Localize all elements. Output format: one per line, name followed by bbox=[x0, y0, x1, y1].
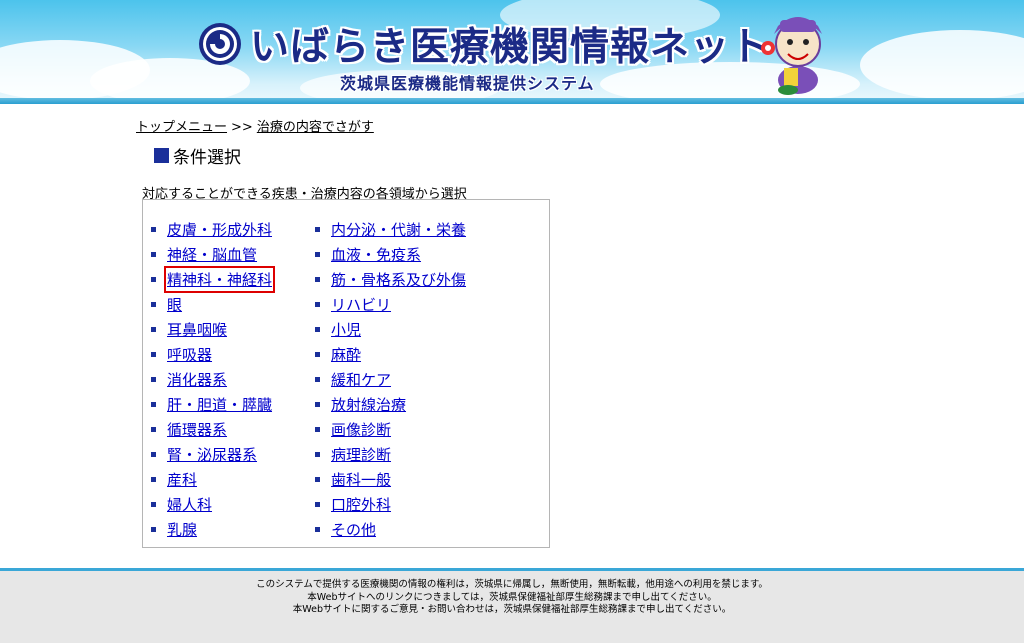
category-link[interactable]: 神経・脳血管 bbox=[167, 244, 257, 265]
square-bullet-icon bbox=[151, 452, 156, 457]
category-item: 乳腺 bbox=[151, 517, 272, 542]
swirl-logo-icon bbox=[199, 23, 241, 65]
category-link[interactable]: 呼吸器 bbox=[167, 344, 212, 365]
square-bullet-icon bbox=[315, 477, 320, 482]
square-bullet-icon bbox=[315, 252, 320, 257]
square-bullet-icon bbox=[315, 377, 320, 382]
square-bullet-icon bbox=[151, 377, 156, 382]
header-bottom-stripe bbox=[0, 98, 1024, 104]
square-bullet-icon bbox=[154, 148, 169, 163]
category-item: 筋・骨格系及び外傷 bbox=[315, 267, 466, 292]
category-item: 消化器系 bbox=[151, 367, 272, 392]
category-item: リハビリ bbox=[315, 292, 466, 317]
category-item: 精神科・神経科 bbox=[151, 266, 276, 293]
site-subtitle: 茨城県医療機能情報提供システム bbox=[340, 74, 595, 93]
site-header: いばらき医療機関情報ネット 茨城県医療機能情報提供システム bbox=[0, 0, 1024, 104]
square-bullet-icon bbox=[315, 502, 320, 507]
breadcrumb: トップメニュー >> 治療の内容でさがす bbox=[136, 116, 374, 135]
square-bullet-icon bbox=[315, 277, 320, 282]
square-bullet-icon bbox=[151, 352, 156, 357]
mascot-character-icon bbox=[761, 17, 822, 95]
category-link[interactable]: 病理診断 bbox=[331, 444, 391, 465]
square-bullet-icon bbox=[151, 302, 156, 307]
category-item: 血液・免疫系 bbox=[315, 242, 466, 267]
site-footer: このシステムで提供する医療機関の情報の権利は，茨城県に帰属し，無断使用，無断転載… bbox=[0, 568, 1024, 643]
category-link[interactable]: リハビリ bbox=[331, 294, 391, 315]
category-item: 眼 bbox=[151, 292, 272, 317]
category-item: 循環器系 bbox=[151, 417, 272, 442]
breadcrumb-current-link[interactable]: 治療の内容でさがす bbox=[257, 120, 374, 135]
section-heading-text: 条件選択 bbox=[173, 148, 241, 168]
square-bullet-icon bbox=[151, 277, 156, 282]
square-bullet-icon bbox=[315, 402, 320, 407]
category-column-left: 皮膚・形成外科 神経・脳血管 精神科・神経科眼耳鼻咽喉呼吸器消化器系肝・胆道・膵臓循… bbox=[151, 217, 276, 542]
square-bullet-icon bbox=[315, 302, 320, 307]
square-bullet-icon bbox=[315, 327, 320, 332]
category-item: 耳鼻咽喉 bbox=[151, 317, 272, 342]
category-link[interactable]: 放射線治療 bbox=[331, 394, 406, 415]
square-bullet-icon bbox=[151, 402, 156, 407]
category-link[interactable]: 口腔外科 bbox=[331, 494, 391, 515]
category-link[interactable]: 血液・免疫系 bbox=[331, 244, 421, 265]
category-link[interactable]: 消化器系 bbox=[167, 369, 227, 390]
category-item: 婦人科 bbox=[151, 492, 272, 517]
category-item: 歯科一般 bbox=[315, 467, 466, 492]
category-link[interactable]: 乳腺 bbox=[167, 519, 197, 540]
category-column-right: 内分泌・代謝・栄養 血液・免疫系筋・骨格系及び外傷 リハビリ小児麻酔緩和ケア放射線治… bbox=[315, 217, 466, 542]
category-item: 放射線治療 bbox=[315, 392, 466, 417]
square-bullet-icon bbox=[315, 452, 320, 457]
category-link[interactable]: 耳鼻咽喉 bbox=[167, 319, 227, 340]
square-bullet-icon bbox=[151, 477, 156, 482]
square-bullet-icon bbox=[151, 527, 156, 532]
footer-link-notice-line: 本Webサイトへのリンクにつきましては，茨城県保健福祉部厚生総務課まで申し出てく… bbox=[307, 591, 717, 603]
category-link[interactable]: 循環器系 bbox=[167, 419, 227, 440]
category-link[interactable]: 婦人科 bbox=[167, 494, 212, 515]
square-bullet-icon bbox=[151, 227, 156, 232]
square-bullet-icon bbox=[151, 252, 156, 257]
category-item: 肝・胆道・膵臓 bbox=[151, 392, 272, 417]
category-item: 腎・泌尿器系 bbox=[151, 442, 272, 467]
category-link[interactable]: 小児 bbox=[331, 319, 361, 340]
category-item: 皮膚・形成外科 bbox=[151, 217, 272, 242]
category-item: 緩和ケア bbox=[315, 367, 466, 392]
category-item: 小児 bbox=[315, 317, 466, 342]
breadcrumb-separator: >> bbox=[231, 120, 253, 135]
square-bullet-icon bbox=[315, 352, 320, 357]
category-link[interactable]: 緩和ケア bbox=[331, 369, 391, 390]
category-link[interactable]: 歯科一般 bbox=[331, 469, 391, 490]
category-link[interactable]: 産科 bbox=[167, 469, 197, 490]
footer-copyright-line: このシステムで提供する医療機関の情報の権利は，茨城県に帰属し，無断使用，無断転載… bbox=[256, 579, 768, 590]
category-list-box: 皮膚・形成外科 神経・脳血管 精神科・神経科眼耳鼻咽喉呼吸器消化器系肝・胆道・膵臓循… bbox=[142, 199, 550, 548]
square-bullet-icon bbox=[315, 227, 320, 232]
category-item: 画像診断 bbox=[315, 417, 466, 442]
category-item: 呼吸器 bbox=[151, 342, 272, 367]
category-link[interactable]: 内分泌・代謝・栄養 bbox=[331, 219, 466, 240]
footer-contact-line: 本Webサイトに関するご意見・お問い合わせは，茨城県保健福祉部厚生総務課まで申し… bbox=[292, 604, 732, 615]
square-bullet-icon bbox=[151, 502, 156, 507]
category-item: 内分泌・代謝・栄養 bbox=[315, 217, 466, 242]
category-link[interactable]: 肝・胆道・膵臓 bbox=[167, 394, 272, 415]
breadcrumb-home-link[interactable]: トップメニュー bbox=[136, 120, 227, 135]
category-item: 口腔外科 bbox=[315, 492, 466, 517]
category-link[interactable]: 腎・泌尿器系 bbox=[167, 444, 257, 465]
category-item: 神経・脳血管 bbox=[151, 242, 272, 267]
category-link[interactable]: その他 bbox=[331, 519, 376, 540]
square-bullet-icon bbox=[151, 427, 156, 432]
category-link[interactable]: 筋・骨格系及び外傷 bbox=[331, 269, 466, 290]
category-item: 産科 bbox=[151, 467, 272, 492]
square-bullet-icon bbox=[315, 527, 320, 532]
category-item: 病理診断 bbox=[315, 442, 466, 467]
category-link[interactable]: 皮膚・形成外科 bbox=[167, 219, 272, 240]
section-heading: 条件選択 bbox=[154, 143, 241, 168]
square-bullet-icon bbox=[151, 327, 156, 332]
category-item: 麻酔 bbox=[315, 342, 466, 367]
category-link[interactable]: 精神科・神経科 bbox=[163, 266, 276, 293]
category-link[interactable]: 眼 bbox=[167, 294, 182, 315]
category-link[interactable]: 画像診断 bbox=[331, 419, 391, 440]
square-bullet-icon bbox=[315, 427, 320, 432]
category-link[interactable]: 麻酔 bbox=[331, 344, 361, 365]
site-title: いばらき医療機関情報ネット bbox=[250, 25, 771, 70]
category-item: その他 bbox=[315, 517, 466, 542]
footer-text: このシステムで提供する医療機関の情報の権利は，茨城県に帰属し，無断使用，無断転載… bbox=[0, 579, 1024, 617]
